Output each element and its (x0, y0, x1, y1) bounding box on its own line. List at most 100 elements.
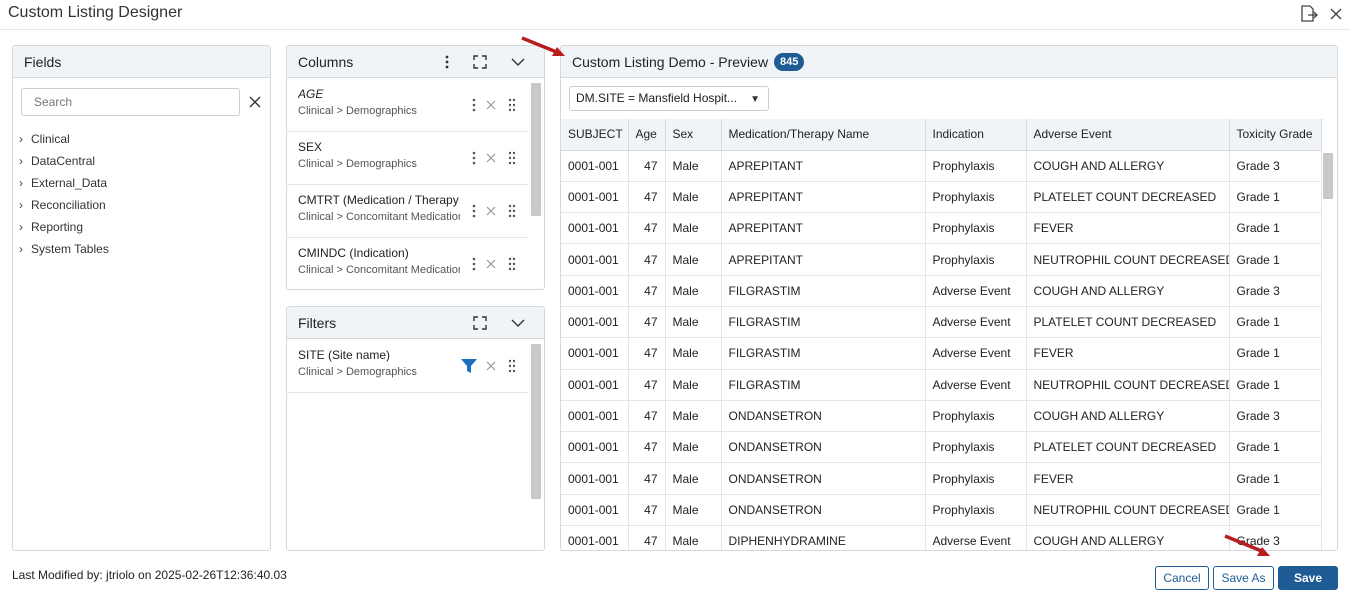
column-header[interactable]: Indication (925, 119, 1027, 151)
column-header[interactable]: Age (628, 119, 666, 151)
table-cell: Grade 1 (1229, 369, 1322, 401)
table-cell: 0001-001 (561, 369, 629, 401)
column-header[interactable]: SUBJECT (561, 119, 629, 151)
tree-item-reconciliation[interactable]: › Reconciliation (19, 194, 109, 216)
cancel-button[interactable]: Cancel (1155, 566, 1209, 590)
chevron-right-icon: › (19, 154, 23, 168)
filter-item[interactable]: SITE (Site name) Clinical > Demographics (287, 340, 528, 393)
remove-icon[interactable] (484, 357, 498, 375)
column-item[interactable]: SEX Clinical > Demographics (287, 132, 528, 185)
table-cell: PLATELET COUNT DECREASED (1026, 431, 1230, 464)
more-vertical-icon[interactable] (467, 255, 481, 273)
table-cell: Adverse Event (925, 337, 1027, 370)
remove-icon[interactable] (484, 202, 498, 220)
save-as-button[interactable]: Save As (1213, 566, 1274, 590)
drag-handle-icon[interactable] (505, 149, 519, 167)
table-row[interactable]: 0001-001 47 Male FILGRASTIM Adverse Event COU… (561, 275, 1322, 307)
more-vertical-icon[interactable] (467, 202, 481, 220)
remove-icon[interactable] (484, 255, 498, 273)
preview-header: Custom Listing Demo - Preview 845 (561, 46, 1337, 78)
column-item[interactable]: CMINDC (Indication) Clinical > Concomita… (287, 238, 528, 289)
more-vertical-icon[interactable] (437, 52, 457, 72)
table-row[interactable]: 0001-001 47 Male ONDANSETRON Prophylaxis NEUT… (561, 494, 1322, 527)
column-header[interactable]: Toxicity Grade (1229, 119, 1322, 151)
column-item[interactable]: CMTRT (Medication / Therapy Name) Clinic… (287, 185, 528, 238)
preview-title: Custom Listing Demo - Preview (572, 54, 769, 70)
drag-handle-icon[interactable] (505, 255, 519, 273)
table-cell: Adverse Event (925, 306, 1027, 339)
preview-scrollbar[interactable] (1323, 153, 1333, 199)
expand-icon[interactable] (470, 313, 490, 333)
table-cell: Grade 1 (1229, 462, 1322, 495)
table-cell: 0001-001 (561, 337, 629, 370)
column-header[interactable]: Medication/Therapy Name (721, 119, 926, 151)
table-cell: NEUTROPHIL COUNT DECREASED (1026, 243, 1230, 276)
more-vertical-icon[interactable] (467, 96, 481, 114)
remove-icon[interactable] (484, 96, 498, 114)
table-cell: Prophylaxis (925, 212, 1027, 245)
tree-item-system-tables[interactable]: › System Tables (19, 238, 109, 260)
save-button[interactable]: Save (1278, 566, 1338, 590)
close-icon[interactable] (1325, 4, 1347, 24)
filters-scrollbar[interactable] (531, 344, 541, 499)
table-cell: FEVER (1026, 462, 1230, 495)
columns-scrollbar[interactable] (531, 83, 541, 216)
annotation-arrow (1224, 534, 1270, 556)
table-cell: Male (665, 212, 722, 245)
table-cell: COUGH AND ALLERGY (1026, 525, 1230, 550)
table-row[interactable]: 0001-001 47 Male APREPITANT Prophylaxis PLATE… (561, 181, 1322, 214)
tree-item-datacentral[interactable]: › DataCentral (19, 150, 109, 172)
drag-handle-icon[interactable] (505, 202, 519, 220)
table-row[interactable]: 0001-001 47 Male APREPITANT Prophylaxis FEVER… (561, 212, 1322, 245)
tree-item-clinical[interactable]: › Clinical (19, 128, 109, 150)
site-filter-dropdown[interactable]: DM.SITE = Mansfield Hospit... ▼ (569, 86, 769, 111)
table-cell: 47 (628, 306, 666, 339)
table-row[interactable]: 0001-001 47 Male ONDANSETRON Prophylaxis FEVE… (561, 462, 1322, 495)
table-cell: NEUTROPHIL COUNT DECREASED (1026, 494, 1230, 527)
export-icon[interactable] (1298, 4, 1320, 24)
table-row[interactable]: 0001-001 47 Male FILGRASTIM Adverse Event NEU… (561, 369, 1322, 401)
table-cell: Male (665, 525, 722, 550)
table-cell: APREPITANT (721, 212, 926, 245)
column-header[interactable]: Sex (665, 119, 722, 151)
chevron-down-icon[interactable] (508, 313, 528, 333)
table-cell: 47 (628, 431, 666, 464)
fields-search-input[interactable] (22, 89, 239, 115)
more-vertical-icon[interactable] (467, 149, 481, 167)
table-cell: 47 (628, 369, 666, 401)
table-row[interactable]: 0001-001 47 Male APREPITANT Prophylaxis COUGH… (561, 150, 1322, 182)
drag-handle-icon[interactable] (505, 357, 519, 375)
table-cell: FEVER (1026, 337, 1230, 370)
table-row[interactable]: 0001-001 47 Male FILGRASTIM Adverse Event FEV… (561, 337, 1322, 370)
drag-handle-icon[interactable] (505, 96, 519, 114)
column-header[interactable]: Adverse Event (1026, 119, 1230, 151)
tree-item-reporting[interactable]: › Reporting (19, 216, 109, 238)
tree-item-external-data[interactable]: › External_Data (19, 172, 109, 194)
table-cell: Grade 1 (1229, 212, 1322, 245)
table-cell: Male (665, 181, 722, 214)
window-title: Custom Listing Designer (8, 4, 183, 21)
remove-icon[interactable] (484, 149, 498, 167)
table-row[interactable]: 0001-001 47 Male ONDANSETRON Prophylaxis COUG… (561, 400, 1322, 433)
table-cell: 47 (628, 462, 666, 495)
column-item[interactable]: AGE Clinical > Demographics (287, 79, 528, 132)
table-row[interactable]: 0001-001 47 Male ONDANSETRON Prophylaxis PLAT… (561, 431, 1322, 464)
row-count-badge: 845 (774, 53, 805, 71)
table-cell: 47 (628, 243, 666, 276)
column-path: Clinical > Demographics (298, 105, 417, 117)
clear-search-icon[interactable] (247, 93, 263, 111)
filter-icon[interactable] (460, 357, 478, 375)
table-cell: Adverse Event (925, 525, 1027, 550)
table-row[interactable]: 0001-001 47 Male DIPHENHYDRAMINE Adverse Eve… (561, 525, 1322, 550)
table-row[interactable]: 0001-001 47 Male APREPITANT Prophylaxis NEUTR… (561, 243, 1322, 276)
expand-icon[interactable] (470, 52, 490, 72)
table-cell: FILGRASTIM (721, 306, 926, 339)
filter-name: SITE (Site name) (298, 348, 391, 362)
table-cell: 47 (628, 150, 666, 182)
table-cell: Grade 1 (1229, 306, 1322, 339)
table-row[interactable]: 0001-001 47 Male FILGRASTIM Adverse Event PLA… (561, 306, 1322, 339)
table-cell: Grade 1 (1229, 181, 1322, 214)
table-cell: 0001-001 (561, 181, 629, 214)
table-cell: 47 (628, 275, 666, 307)
table-cell: 0001-001 (561, 462, 629, 495)
